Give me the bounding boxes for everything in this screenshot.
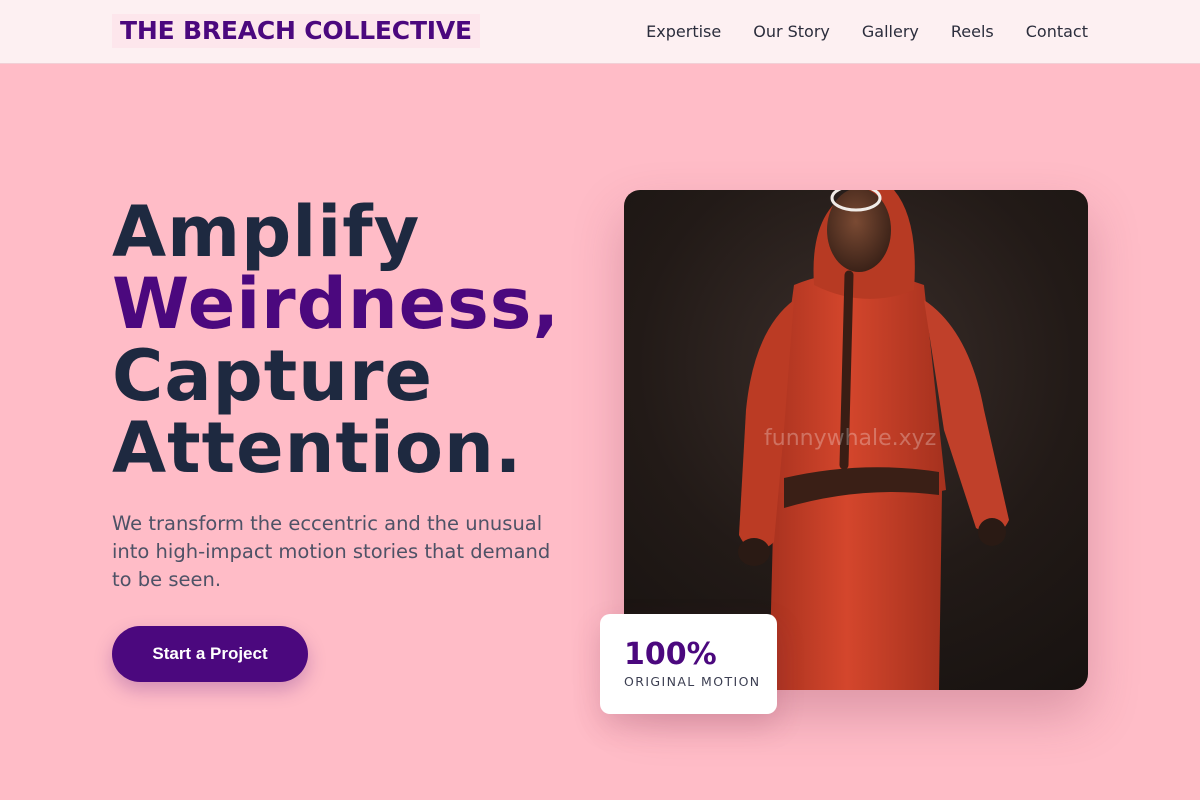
- nav-link-gallery[interactable]: Gallery: [862, 22, 919, 41]
- hero-title-accent: Weirdness,: [112, 263, 561, 345]
- stat-value: 100%: [624, 637, 717, 672]
- nav-link-expertise[interactable]: Expertise: [646, 22, 721, 41]
- hero-title: Amplify Weirdness, Capture Attention.: [112, 196, 592, 484]
- hero-subtitle: We transform the eccentric and the unusu…: [112, 512, 551, 591]
- nav-link-our-story[interactable]: Our Story: [753, 22, 830, 41]
- hero-title-line-4: Attention.: [112, 407, 523, 489]
- nav-link-contact[interactable]: Contact: [1026, 22, 1088, 41]
- main-nav: Expertise Our Story Gallery Reels Contac…: [646, 0, 1088, 62]
- image-watermark: funnywhale.xyz: [764, 426, 937, 451]
- site-header: THE BREACH COLLECTIVE Expertise Our Stor…: [0, 0, 1200, 64]
- site-logo[interactable]: THE BREACH COLLECTIVE: [112, 14, 480, 48]
- hero-title-line-3: Capture: [112, 335, 434, 417]
- start-project-button[interactable]: Start a Project: [112, 626, 308, 682]
- nav-link-reels[interactable]: Reels: [951, 22, 994, 41]
- hero-title-line-1: Amplify: [112, 191, 421, 273]
- stat-card: 100% ORIGINAL MOTION: [600, 614, 777, 714]
- stat-label: ORIGINAL MOTION: [624, 674, 761, 689]
